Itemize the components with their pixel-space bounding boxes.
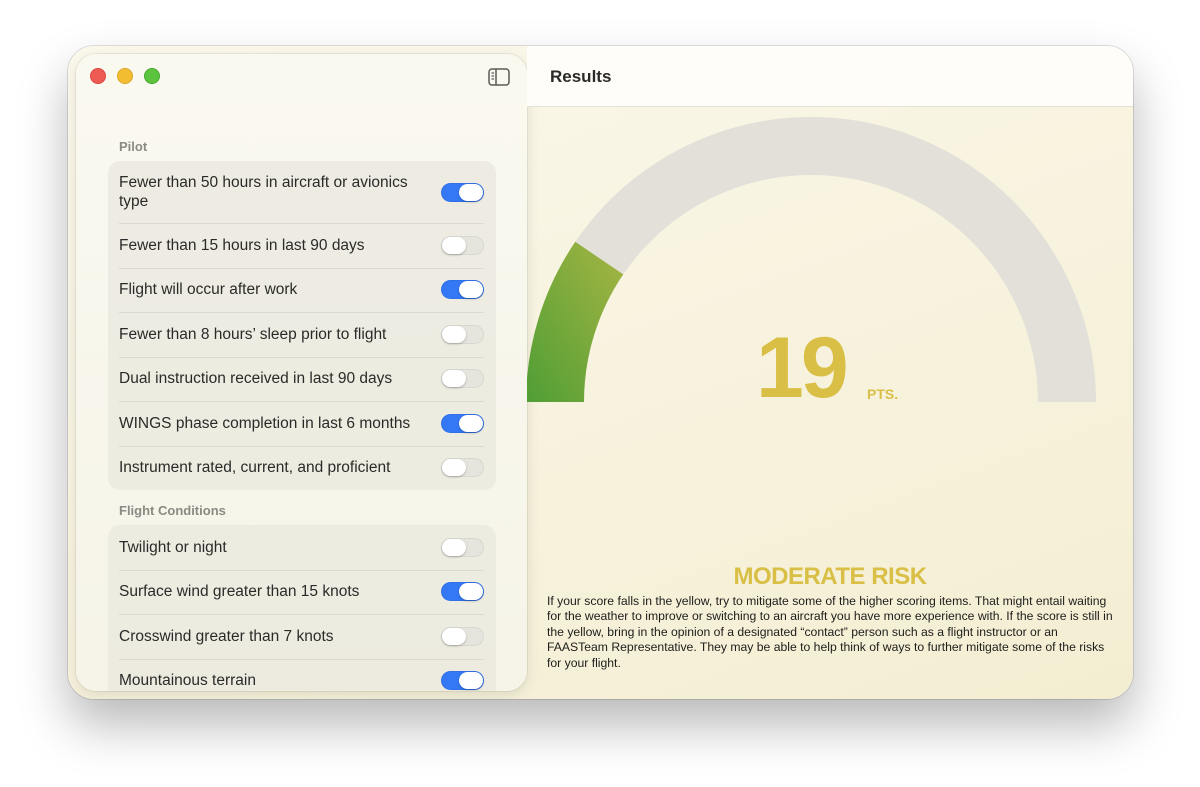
toggle-knob bbox=[459, 672, 483, 690]
toggle-knob bbox=[459, 281, 483, 299]
list-item: Fewer than 15 hours in last 90 days bbox=[108, 223, 496, 268]
list-item: Mountainous terrain bbox=[108, 658, 496, 692]
flight-conditions-group: Twilight or night Surface wind greater t… bbox=[108, 525, 496, 691]
list-item: Fewer than 8 hours’ sleep prior to fligh… bbox=[108, 312, 496, 357]
risk-level: MODERATE RISK bbox=[733, 563, 927, 590]
toggle-switch[interactable] bbox=[441, 537, 484, 557]
gauge-fill bbox=[527, 241, 624, 402]
toggle-knob bbox=[442, 459, 466, 477]
toggle-knob bbox=[442, 538, 466, 556]
pilot-group: Fewer than 50 hours in aircraft or avion… bbox=[108, 161, 496, 490]
sidebar: Pilot Fewer than 50 hours in aircraft or… bbox=[76, 54, 527, 691]
row-label: Crosswind greater than 7 knots bbox=[119, 627, 334, 645]
list-item: Twilight or night bbox=[108, 525, 496, 570]
toggle-knob bbox=[442, 325, 466, 343]
toggle-knob bbox=[442, 370, 466, 388]
minimize-window-button[interactable] bbox=[117, 68, 133, 84]
row-label: Surface wind greater than 15 knots bbox=[119, 583, 360, 601]
row-label: Flight will occur after work bbox=[119, 281, 298, 299]
toggle-switch[interactable] bbox=[441, 235, 484, 255]
toggle-switch[interactable] bbox=[441, 458, 484, 478]
list-item: Fewer than 50 hours in aircraft or avion… bbox=[108, 161, 496, 223]
risk-description: If your score falls in the yellow, try t… bbox=[547, 594, 1113, 670]
section-label-pilot: Pilot bbox=[119, 139, 148, 154]
close-window-button[interactable] bbox=[90, 68, 106, 84]
toggle-knob bbox=[459, 583, 483, 601]
row-label: Fewer than 50 hours in aircraft or avion… bbox=[119, 174, 408, 210]
toggle-knob bbox=[442, 627, 466, 645]
list-item: Instrument rated, current, and proficien… bbox=[108, 445, 496, 491]
toggle-knob bbox=[459, 414, 483, 432]
row-label: Fewer than 15 hours in last 90 days bbox=[119, 236, 365, 254]
row-label: Instrument rated, current, and proficien… bbox=[119, 459, 391, 477]
toggle-switch[interactable] bbox=[441, 280, 484, 300]
toggle-knob bbox=[442, 236, 466, 254]
toggle-switch[interactable] bbox=[441, 413, 484, 433]
score-value: 19 bbox=[756, 320, 849, 416]
section-label-flight-conditions: Flight Conditions bbox=[119, 503, 226, 518]
list-item: Crosswind greater than 7 knots bbox=[108, 614, 496, 659]
app-window: Pilot Fewer than 50 hours in aircraft or… bbox=[68, 46, 1133, 699]
zoom-window-button[interactable] bbox=[144, 68, 160, 84]
row-label: Twilight or night bbox=[119, 538, 227, 556]
sidebar-toggle-icon[interactable] bbox=[488, 68, 510, 86]
list-item: WINGS phase completion in last 6 months bbox=[108, 401, 496, 446]
toggle-switch[interactable] bbox=[441, 369, 484, 389]
list-item: Flight will occur after work bbox=[108, 267, 496, 313]
row-label: WINGS phase completion in last 6 months bbox=[119, 414, 411, 432]
list-item: Surface wind greater than 15 knots bbox=[108, 569, 496, 615]
row-label: Dual instruction received in last 90 day… bbox=[119, 370, 393, 388]
row-label: Mountainous terrain bbox=[119, 672, 256, 690]
row-label: Fewer than 8 hours’ sleep prior to fligh… bbox=[119, 325, 387, 343]
toggle-switch[interactable] bbox=[441, 626, 484, 646]
window-title: Results bbox=[550, 67, 612, 86]
toggle-knob bbox=[459, 183, 483, 201]
toggle-switch[interactable] bbox=[441, 324, 484, 344]
toggle-switch[interactable] bbox=[441, 182, 484, 202]
title-bar: Results bbox=[527, 46, 1133, 107]
list-item: Dual instruction received in last 90 day… bbox=[108, 356, 496, 402]
toggle-switch[interactable] bbox=[441, 671, 484, 691]
toggle-switch[interactable] bbox=[441, 582, 484, 602]
score-unit: PTS. bbox=[867, 386, 899, 402]
